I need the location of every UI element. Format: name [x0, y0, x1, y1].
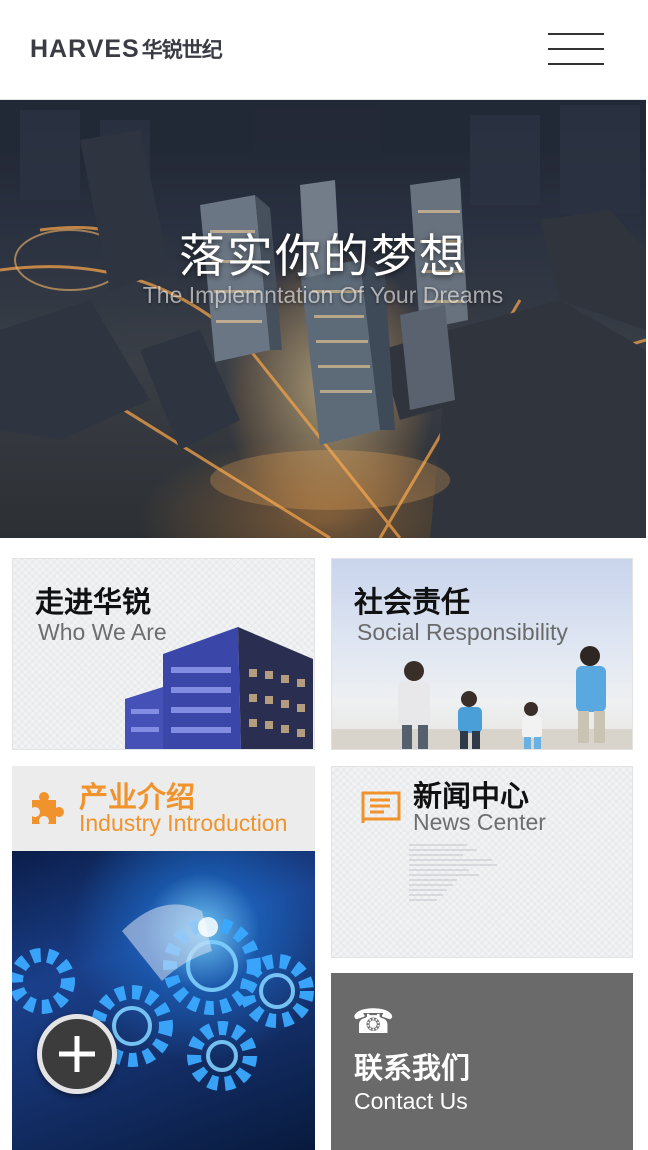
hero-banner[interactable]: 落实你的梦想 The Implemntation Of Your Dreams	[0, 100, 646, 538]
tile-title-en: News Center	[413, 809, 546, 835]
expand-plus-button[interactable]	[37, 1014, 117, 1094]
city-skyline-illustration	[0, 100, 646, 538]
phone-icon: ☎	[352, 1002, 395, 1042]
tile-social-responsibility[interactable]: 社会责任 Social Responsibility	[331, 558, 633, 750]
tile-news-center[interactable]: 新闻中心 News Center	[331, 766, 633, 958]
logo-wordmark-cn: 华锐世纪	[141, 38, 223, 62]
newspaper-icon	[361, 791, 401, 823]
tile-title-en: Contact Us	[354, 1088, 468, 1114]
tile-contact-us[interactable]: ☎ 联系我们 Contact Us	[331, 973, 633, 1150]
industry-header: 产业介绍 Industry Introduction	[12, 766, 315, 851]
tile-industry-introduction[interactable]: 产业介绍 Industry Introduction	[12, 766, 315, 1150]
building-illustration	[125, 627, 313, 749]
puzzle-icon	[32, 792, 64, 824]
tile-who-we-are[interactable]: 走进华锐 Who We Are	[12, 558, 315, 750]
tile-title-en: Social Responsibility	[357, 619, 568, 645]
tile-title-cn: 联系我们	[354, 1051, 471, 1085]
hero-title: 落实你的梦想	[179, 229, 467, 283]
hero-subtitle: The Implemntation Of Your Dreams	[142, 282, 504, 308]
site-header: HARVES 华锐世纪	[0, 0, 646, 100]
tile-title-cn: 社会责任	[354, 585, 471, 619]
tile-title-en: Industry Introduction	[79, 810, 288, 836]
hamburger-menu-icon[interactable]	[548, 30, 604, 68]
newspaper-illustration	[409, 844, 497, 901]
gears-illustration	[12, 851, 315, 1150]
logo[interactable]: HARVES 华锐世纪	[30, 34, 223, 64]
logo-wordmark-en: HARVES	[30, 34, 140, 63]
